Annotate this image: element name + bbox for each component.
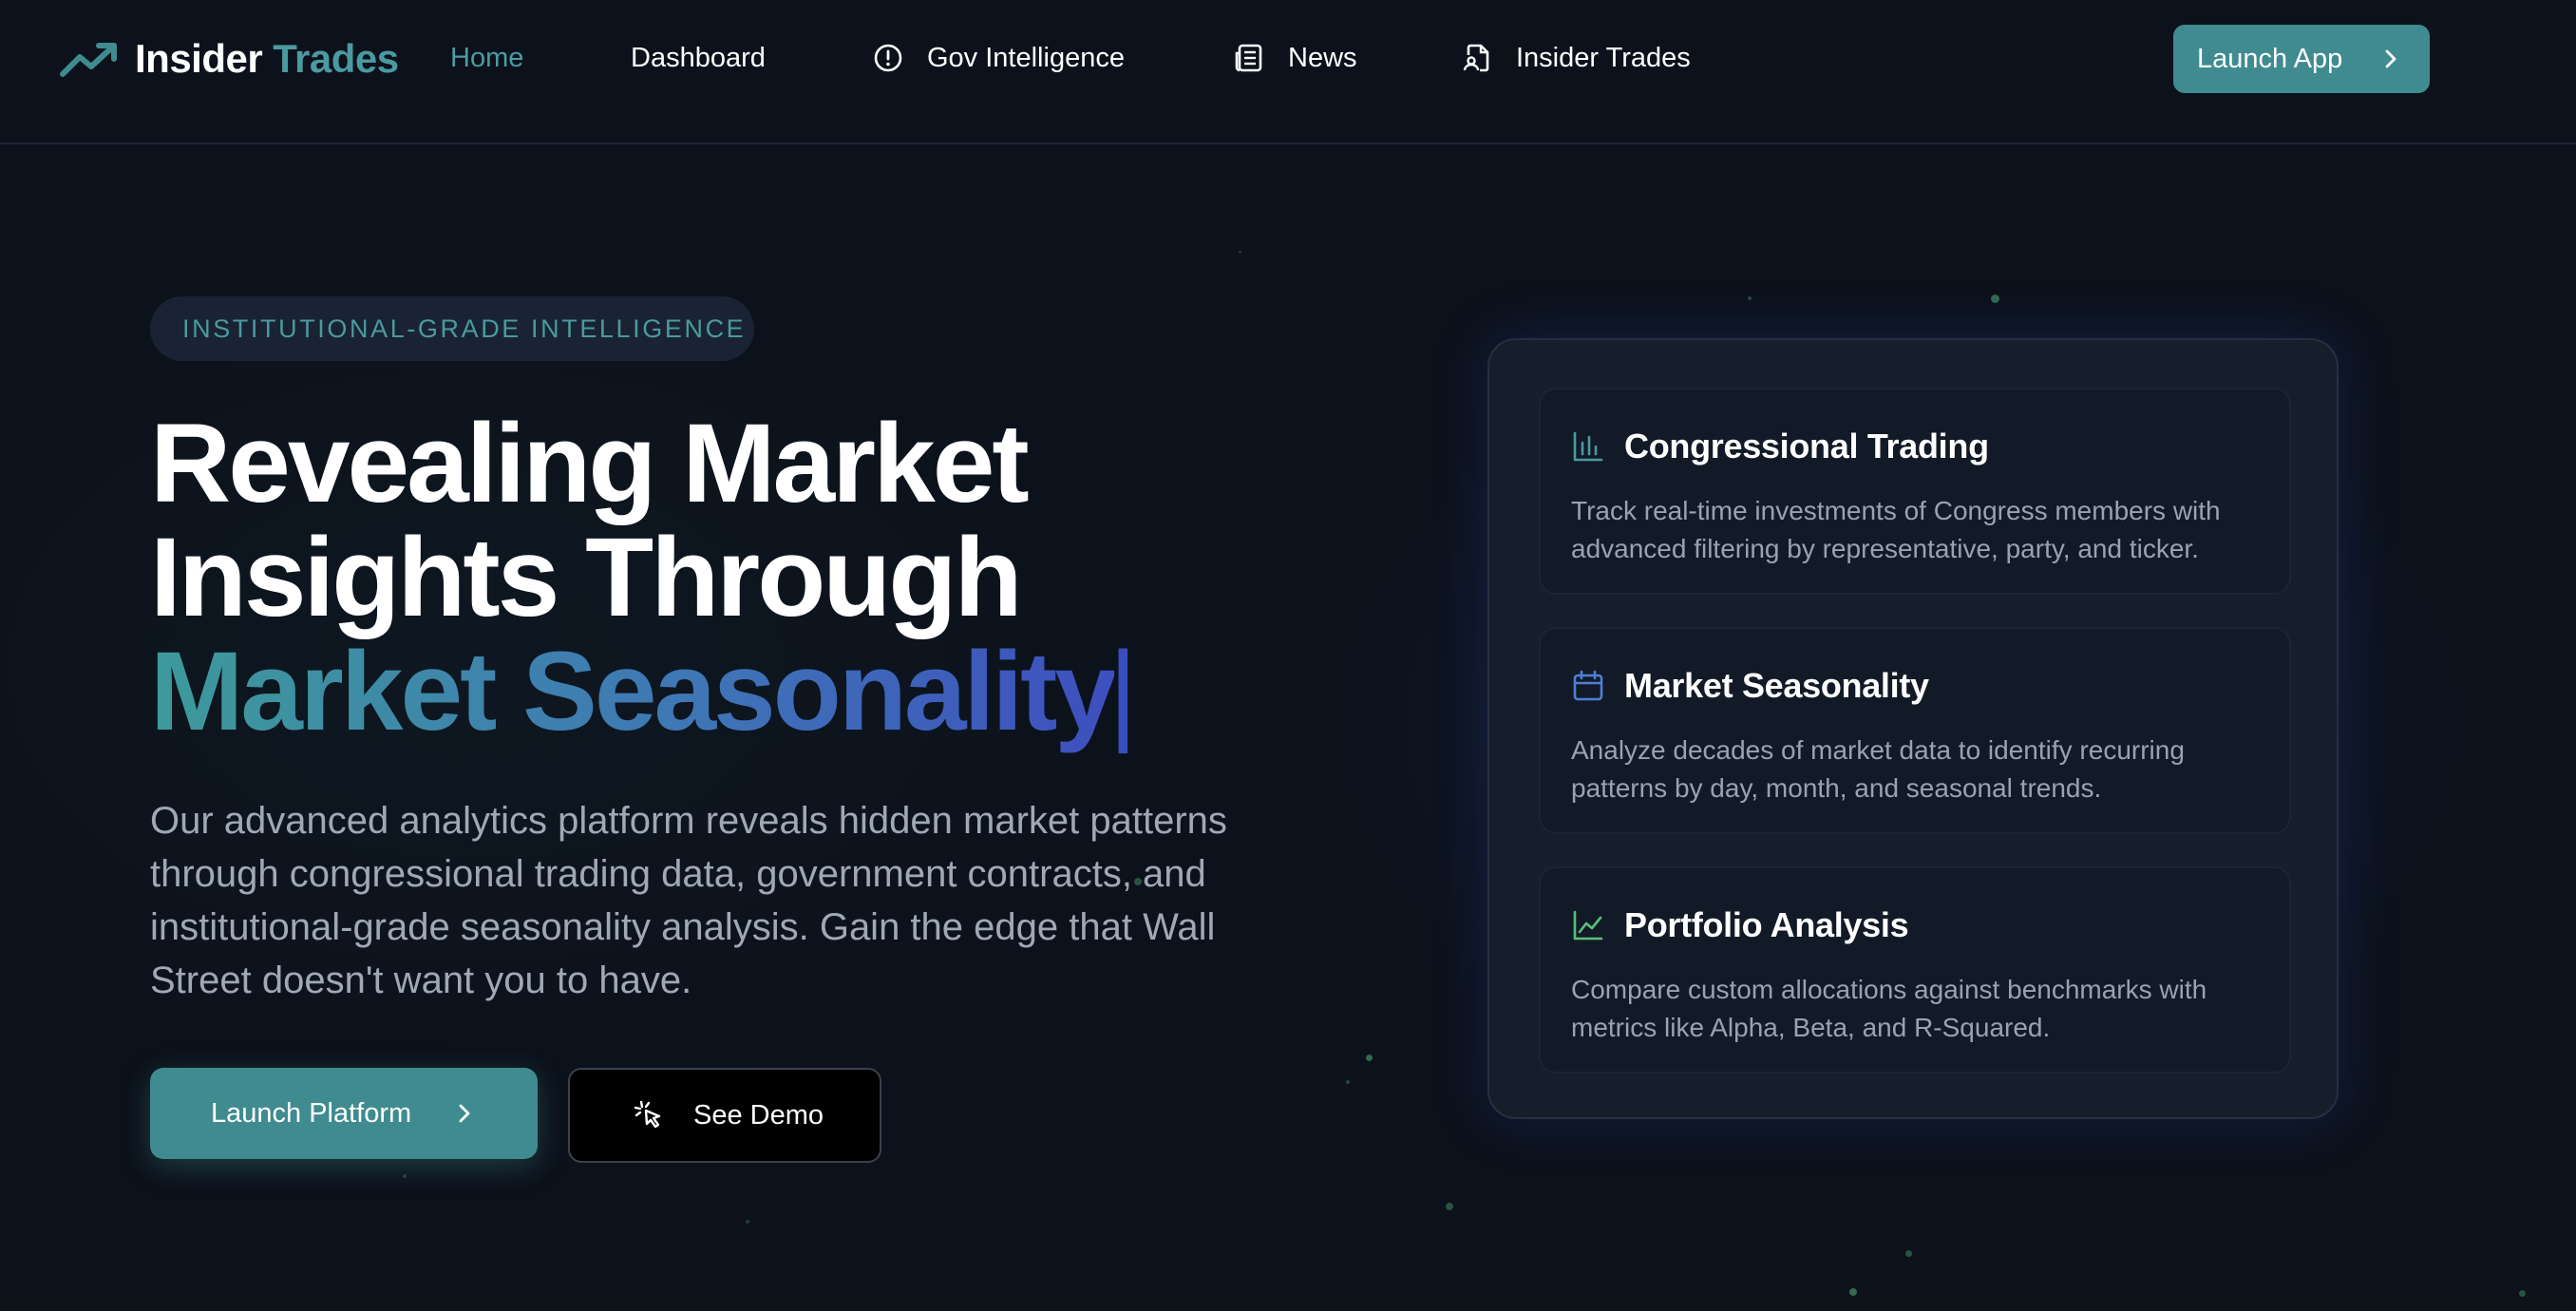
feature-description: Track real-time investments of Congress … — [1571, 496, 2221, 563]
feature-title: Congressional Trading — [1624, 427, 1989, 466]
particle — [1366, 1054, 1373, 1061]
newspaper-icon — [1233, 42, 1265, 74]
feature-card-congressional-trading[interactable]: Congressional Trading Track real-time in… — [1539, 388, 2291, 595]
hero-badge: INSTITUTIONAL-GRADE INTELLIGENCE — [150, 296, 754, 361]
headline-line-1: Revealing Market — [150, 401, 1030, 526]
features-panel: Congressional Trading Track real-time in… — [1487, 338, 2339, 1119]
bar-chart-icon — [1571, 429, 1605, 464]
nav-gov-intelligence-label: Gov Intelligence — [927, 42, 1125, 73]
hero-subtext: Our advanced analytics platform reveals … — [150, 800, 1227, 1001]
particle — [2519, 1290, 2526, 1297]
line-chart-icon — [1571, 908, 1605, 942]
calendar-icon — [1571, 669, 1605, 703]
launch-app-button[interactable]: Launch App — [2173, 25, 2430, 93]
feature-description: Compare custom allocations against bench… — [1571, 975, 2207, 1042]
launch-platform-label: Launch Platform — [211, 1097, 412, 1129]
nav-home[interactable]: Home — [450, 38, 523, 78]
nav-insider-trades-label: Insider Trades — [1516, 42, 1691, 73]
chevron-right-icon — [459, 1104, 470, 1123]
nav-news[interactable]: News — [1233, 38, 1357, 78]
nav-dashboard-label: Dashboard — [631, 42, 766, 73]
feature-card-header: Portfolio Analysis — [1571, 904, 2289, 946]
launch-app-label: Launch App — [2197, 43, 2343, 74]
feature-title: Market Seasonality — [1624, 666, 1929, 705]
nav-dashboard[interactable]: Dashboard — [631, 38, 766, 78]
feature-card-header: Market Seasonality — [1571, 665, 2289, 707]
nav-news-label: News — [1288, 42, 1357, 73]
pointer-click-icon — [633, 1099, 665, 1131]
launch-platform-button[interactable]: Launch Platform — [150, 1068, 538, 1159]
particle — [403, 1174, 407, 1178]
file-person-icon — [1461, 42, 1493, 74]
particle — [1446, 1203, 1453, 1210]
see-demo-label: See Demo — [693, 1099, 824, 1130]
nav-insider-trades[interactable]: Insider Trades — [1461, 38, 1691, 78]
particle — [1849, 1288, 1857, 1296]
particle — [1991, 294, 1999, 303]
feature-description: Analyze decades of market data to identi… — [1571, 735, 2185, 803]
nav-gov-intelligence[interactable]: Gov Intelligence — [872, 38, 1125, 78]
brand-name: Insider Trades — [135, 36, 399, 81]
headline-line-2: Insights Through — [150, 515, 1023, 640]
particle — [1905, 1250, 1912, 1257]
trending-up-icon — [60, 43, 117, 77]
particle — [1748, 296, 1752, 300]
alert-circle-icon — [872, 42, 904, 74]
particle — [746, 1220, 749, 1224]
typing-cursor: | — [1108, 629, 1138, 754]
top-nav: Insider Trades Home Dashboard Gov Intelli… — [0, 0, 2576, 144]
particle — [1239, 251, 1241, 254]
see-demo-button[interactable]: See Demo — [568, 1068, 881, 1163]
particle — [1346, 1080, 1350, 1084]
feature-card-header: Congressional Trading — [1571, 426, 2289, 467]
feature-card-portfolio-analysis[interactable]: Portfolio Analysis Compare custom alloca… — [1539, 866, 2291, 1074]
headline-highlight: Market Seasonality — [150, 629, 1117, 754]
headline-line-3: Market Seasonality| — [150, 635, 1290, 749]
nav-home-label: Home — [450, 42, 524, 73]
hero-badge-label: INSTITUTIONAL-GRADE INTELLIGENCE — [182, 314, 747, 343]
brand-logo[interactable]: Insider Trades — [59, 36, 399, 82]
hero-headline: Revealing Market Insights Through Market… — [150, 407, 1290, 749]
chevron-right-icon — [2385, 49, 2396, 68]
feature-title: Portfolio Analysis — [1624, 905, 1909, 944]
feature-card-market-seasonality[interactable]: Market Seasonality Analyze decades of ma… — [1539, 627, 2291, 834]
